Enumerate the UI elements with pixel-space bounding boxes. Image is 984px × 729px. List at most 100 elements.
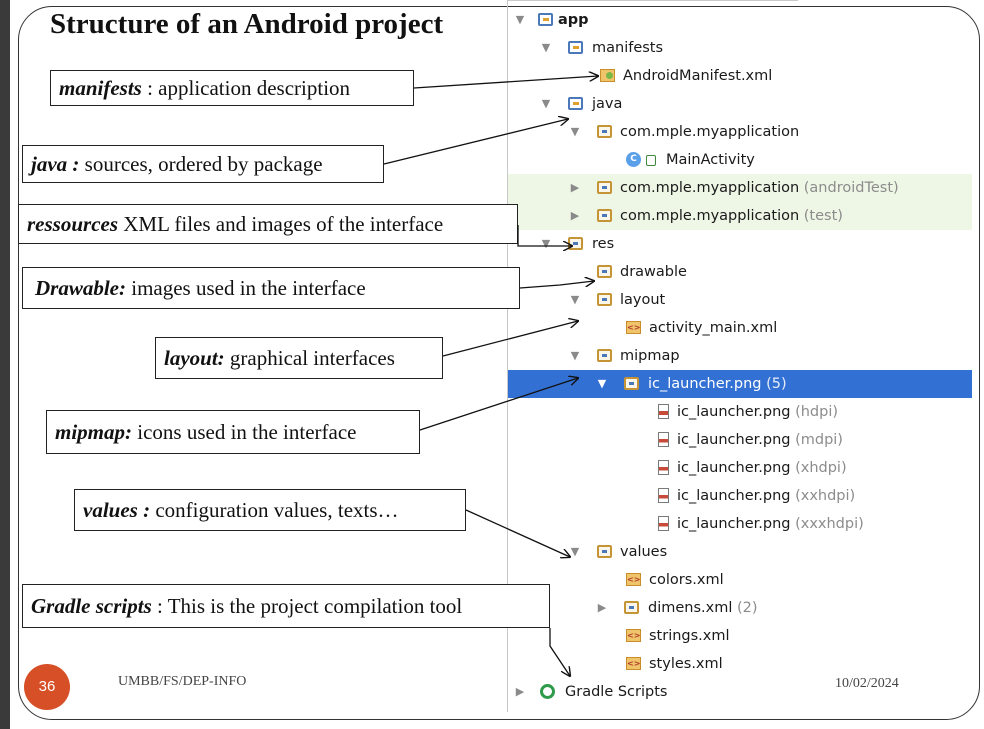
annotation-text: XML files and images of the interface <box>118 212 444 236</box>
tree-row-manifests[interactable]: ▼ manifests <box>508 34 972 62</box>
folder-icon <box>568 97 583 110</box>
tree-label: Gradle Scripts <box>565 684 668 700</box>
project-tree: ▼ app ▼ manifests AndroidManifest.xml ▼ … <box>508 0 972 712</box>
annotation-text: images used in the interface <box>126 276 366 300</box>
manifest-file-icon <box>600 69 615 82</box>
tree-label-suffix: (5) <box>761 376 787 392</box>
collapsed-arrow-icon[interactable]: ▶ <box>569 202 581 230</box>
tree-row-mipmap[interactable]: ▼ mipmap <box>508 342 972 370</box>
tree-row-ic-launcher-xxxhdpi[interactable]: ic_launcher.png (xxxhdpi) <box>508 510 972 538</box>
image-file-icon <box>658 516 669 531</box>
annotation-mipmap: mipmap: icons used in the interface <box>46 410 420 454</box>
expanded-arrow-icon[interactable]: ▼ <box>540 230 552 258</box>
tree-label: styles.xml <box>649 656 723 672</box>
annotation-values: values : configuration values, texts… <box>74 489 466 531</box>
package-folder-icon <box>597 209 612 222</box>
annotation-java: java : sources, ordered by package <box>22 145 384 183</box>
tree-label: ic_launcher.png <box>677 488 791 504</box>
tree-row-ic-launcher-xhdpi[interactable]: ic_launcher.png (xhdpi) <box>508 454 972 482</box>
image-file-icon <box>658 488 669 503</box>
tree-row-ic-launcher-mdpi[interactable]: ic_launcher.png (mdpi) <box>508 426 972 454</box>
tree-label: app <box>558 12 589 28</box>
tree-label: values <box>620 544 668 560</box>
tree-row-gradle-scripts[interactable]: ▶ Gradle Scripts <box>508 678 972 706</box>
tree-row-ic-launcher-xxhdpi[interactable]: ic_launcher.png (xxhdpi) <box>508 482 972 510</box>
expanded-arrow-icon[interactable]: ▼ <box>540 34 552 62</box>
tree-label: dimens.xml <box>648 600 733 616</box>
tree-row-styles[interactable]: <> styles.xml <box>508 650 972 678</box>
package-folder-icon <box>597 181 612 194</box>
collapsed-arrow-icon[interactable]: ▶ <box>596 594 608 622</box>
tree-row-mainactivity[interactable]: C MainActivity <box>508 146 972 174</box>
collapsed-arrow-icon[interactable]: ▶ <box>569 174 581 202</box>
annotation-term: java : <box>31 152 80 176</box>
folder-icon <box>597 293 612 306</box>
tree-label: ic_launcher.png <box>677 404 791 420</box>
folder-icon <box>624 377 639 390</box>
tree-row-drawable[interactable]: drawable <box>508 258 972 286</box>
tree-label: activity_main.xml <box>649 320 778 336</box>
annotation-term: Drawable: <box>35 276 126 300</box>
image-file-icon <box>658 460 669 475</box>
tree-row-strings[interactable]: <> strings.xml <box>508 622 972 650</box>
folder-icon <box>597 265 612 278</box>
tree-label: com.mple.myapplication <box>620 208 800 224</box>
image-file-icon <box>658 404 669 419</box>
tree-row-colors[interactable]: <> colors.xml <box>508 566 972 594</box>
tree-label: ic_launcher.png <box>677 516 791 532</box>
tree-row-ic-launcher-group[interactable]: ▼ ic_launcher.png (5) <box>508 370 972 398</box>
tree-label: res <box>592 236 615 252</box>
tree-row-androidmanifest[interactable]: AndroidManifest.xml <box>508 62 972 90</box>
xml-file-icon: <> <box>626 573 641 586</box>
annotation-term: ressources <box>27 212 119 236</box>
expanded-arrow-icon[interactable]: ▼ <box>540 90 552 118</box>
expanded-arrow-icon[interactable]: ▼ <box>514 6 526 34</box>
tree-row-dimens[interactable]: ▶ dimens.xml (2) <box>508 594 972 622</box>
folder-icon <box>568 41 583 54</box>
folder-icon <box>624 601 639 614</box>
resource-folder-icon <box>568 237 583 250</box>
tree-row-package-main[interactable]: ▼ com.mple.myapplication <box>508 118 972 146</box>
expanded-arrow-icon[interactable]: ▼ <box>569 342 581 370</box>
tree-label: com.mple.myapplication <box>620 124 800 140</box>
tree-row-activity-main[interactable]: <> activity_main.xml <box>508 314 972 342</box>
tree-row-app[interactable]: ▼ app <box>508 6 972 34</box>
annotation-ressources: ressources XML files and images of the i… <box>18 204 518 244</box>
tree-row-layout[interactable]: ▼ layout <box>508 286 972 314</box>
tree-row-values[interactable]: ▼ values <box>508 538 972 566</box>
annotation-layout: layout: graphical interfaces <box>155 337 443 379</box>
tree-row-package-test[interactable]: ▶ com.mple.myapplication (test) <box>508 202 972 230</box>
collapsed-arrow-icon[interactable]: ▶ <box>514 678 526 706</box>
tree-label-suffix: (xhdpi) <box>790 460 847 476</box>
left-edge-strip <box>0 0 10 729</box>
annotation-term: mipmap: <box>55 420 132 444</box>
tree-label-suffix: (hdpi) <box>790 404 839 420</box>
annotation-gradle: Gradle scripts : This is the project com… <box>22 584 550 628</box>
tree-label-suffix: (mdpi) <box>790 432 843 448</box>
expanded-arrow-icon[interactable]: ▼ <box>569 286 581 314</box>
expanded-arrow-icon[interactable]: ▼ <box>596 370 608 398</box>
tree-label: java <box>592 96 623 112</box>
annotation-text: icons used in the interface <box>132 420 357 444</box>
tree-row-java[interactable]: ▼ java <box>508 90 972 118</box>
annotation-manifests: manifests : application description <box>50 70 414 106</box>
tree-row-res[interactable]: ▼ res <box>508 230 972 258</box>
tree-label: com.mple.myapplication <box>620 180 800 196</box>
image-file-icon <box>658 432 669 447</box>
annotation-text: : This is the project compilation tool <box>151 594 463 618</box>
tree-label: mipmap <box>620 348 680 364</box>
tree-label: colors.xml <box>649 572 724 588</box>
tree-row-ic-launcher-hdpi[interactable]: ic_launcher.png (hdpi) <box>508 398 972 426</box>
annotation-drawable: Drawable: images used in the interface <box>22 267 520 309</box>
expanded-arrow-icon[interactable]: ▼ <box>569 538 581 566</box>
annotation-text: sources, ordered by package <box>79 152 323 176</box>
annotation-term: layout: <box>164 346 225 370</box>
tree-row-package-androidtest[interactable]: ▶ com.mple.myapplication (androidTest) <box>508 174 972 202</box>
tree-label: ic_launcher.png <box>677 432 791 448</box>
tree-label: ic_launcher.png <box>677 460 791 476</box>
annotation-text: graphical interfaces <box>224 346 395 370</box>
expanded-arrow-icon[interactable]: ▼ <box>569 118 581 146</box>
page-number-badge: 36 <box>24 664 70 710</box>
annotation-text: : application description <box>141 76 351 100</box>
tree-label: MainActivity <box>666 152 755 168</box>
